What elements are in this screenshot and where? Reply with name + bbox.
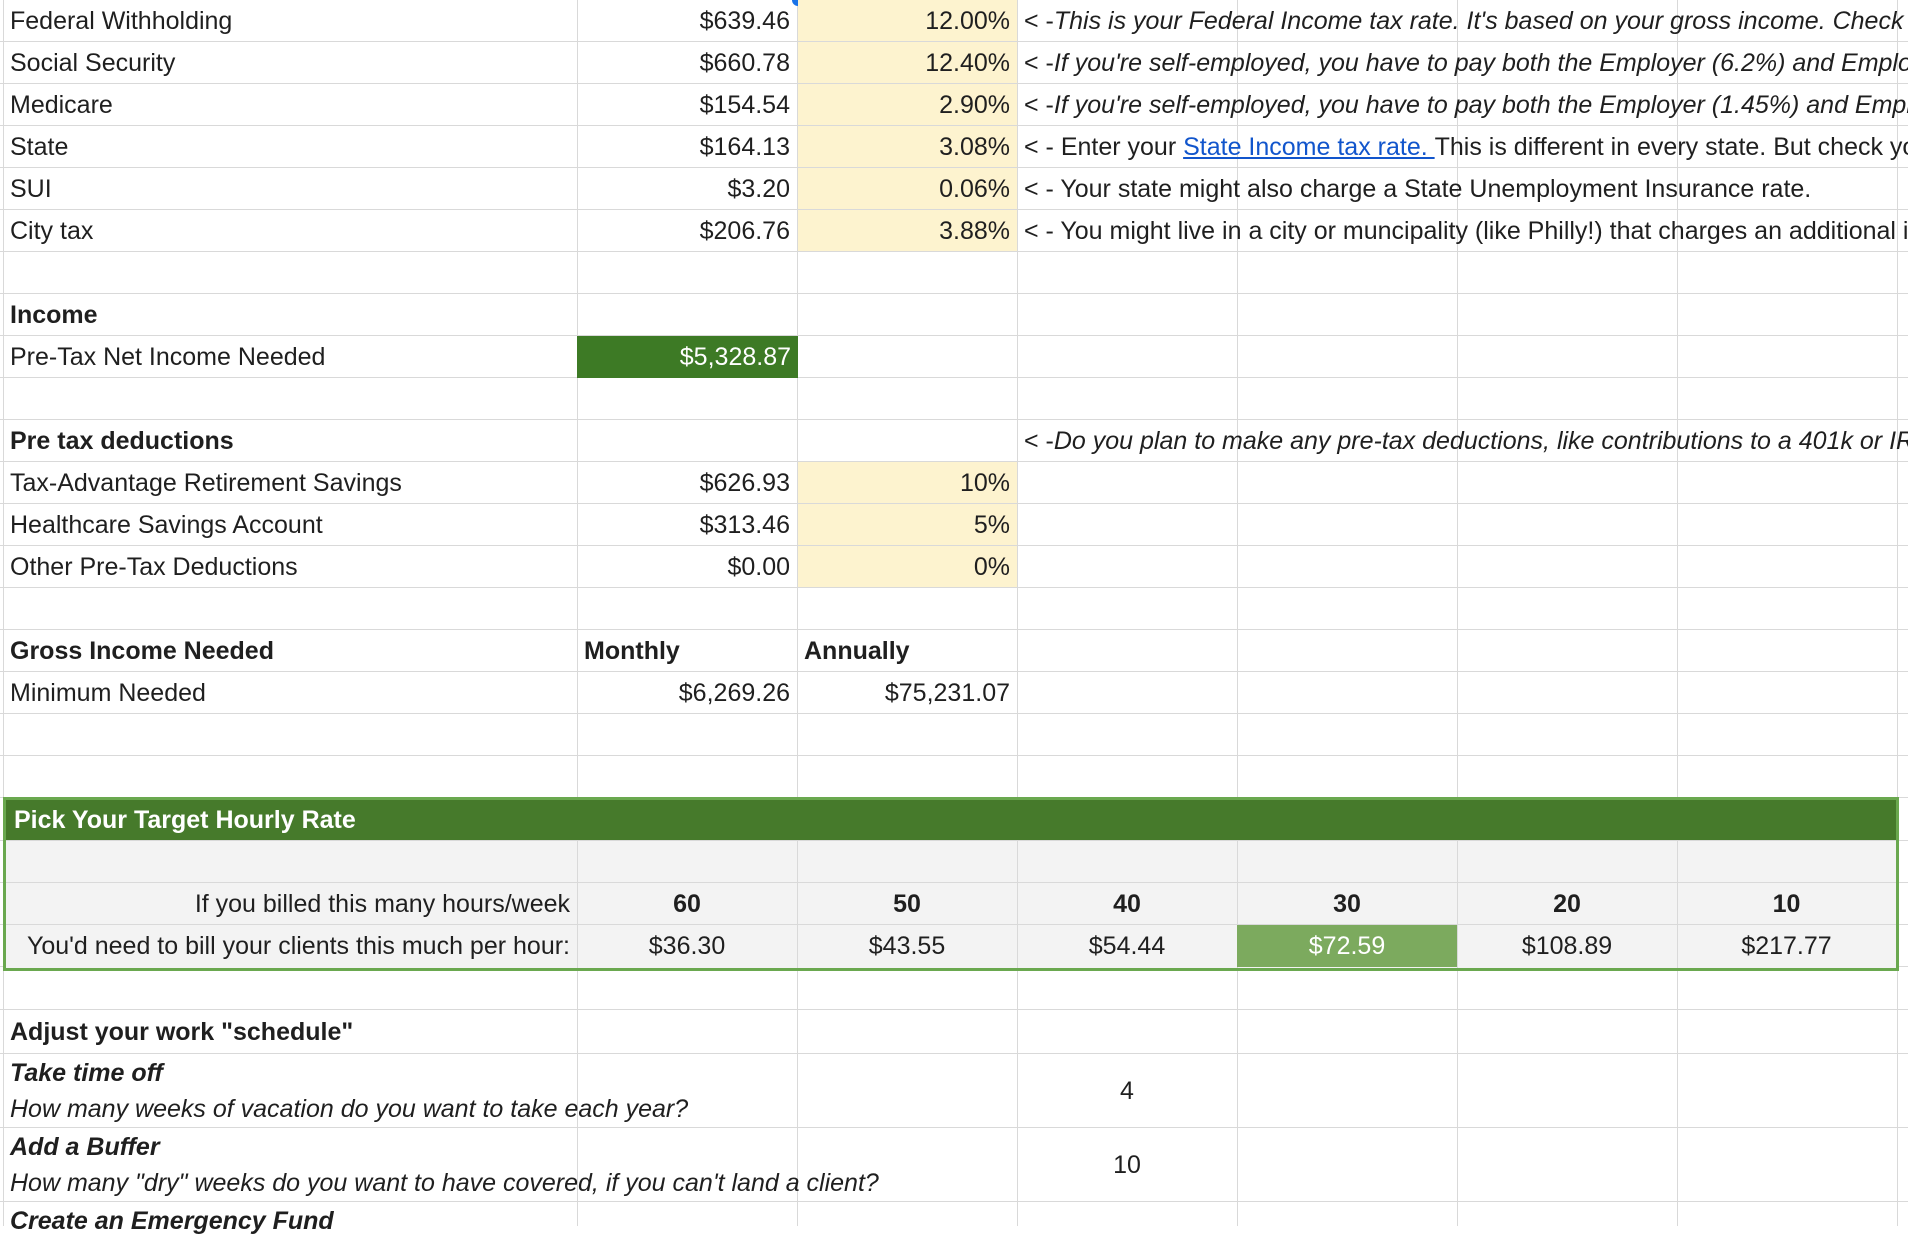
income-heading[interactable]: Income bbox=[3, 294, 577, 335]
hourly-rate-cell[interactable]: $43.55 bbox=[797, 925, 1017, 967]
emergency-fund-title[interactable]: Create an Emergency Fund bbox=[3, 1202, 1017, 1242]
tax-amount-cell[interactable]: $154.54 bbox=[577, 84, 797, 125]
note-text: If you're self-employed, you have to pay… bbox=[1053, 48, 1908, 77]
hourly-rate-cell-selected[interactable]: $72.59 bbox=[1237, 925, 1457, 967]
note-text: This is your Federal Income tax rate. It… bbox=[1053, 6, 1908, 35]
tax-amount-cell[interactable]: $164.13 bbox=[577, 126, 797, 167]
hours-option-cell[interactable]: 60 bbox=[577, 883, 797, 924]
deduction-amount-cell[interactable]: $0.00 bbox=[577, 546, 797, 587]
grid-line bbox=[0, 797, 1908, 798]
hourly-rate-cell[interactable]: $108.89 bbox=[1457, 925, 1677, 967]
net-income-value[interactable]: $5,328.87 bbox=[577, 336, 798, 378]
hours-option-cell[interactable]: 50 bbox=[797, 883, 1017, 924]
tax-note-cell[interactable]: < - This is your Federal Income tax rate… bbox=[1017, 0, 1908, 41]
note-arrow: < - bbox=[1024, 426, 1054, 455]
deduction-label-cell[interactable]: Other Pre-Tax Deductions bbox=[3, 546, 577, 587]
tax-note-cell[interactable]: < - If you're self-employed, you have to… bbox=[1017, 84, 1908, 125]
schedule-item[interactable]: Add a Buffer How many "dry" weeks do you… bbox=[3, 1128, 1017, 1201]
note-arrow: < - bbox=[1024, 48, 1054, 77]
grid-line bbox=[0, 713, 1908, 714]
schedule-item[interactable]: Take time off How many weeks of vacation… bbox=[3, 1054, 1017, 1127]
tax-note-cell[interactable]: < - Your state might also charge a State… bbox=[1017, 168, 1908, 209]
grid-line bbox=[0, 755, 1908, 756]
schedule-item-title: Add a Buffer bbox=[10, 1132, 160, 1161]
schedule-item-question: How many "dry" weeks do you want to have… bbox=[10, 1168, 879, 1197]
deduction-amount-cell[interactable]: $313.46 bbox=[577, 504, 797, 545]
hourly-rate-banner[interactable]: Pick Your Target Hourly Rate bbox=[6, 800, 1896, 840]
hours-option-cell[interactable]: 30 bbox=[1237, 883, 1457, 924]
spreadsheet-grid: Federal Withholding $639.46 12.00% < - T… bbox=[0, 0, 1908, 1235]
note-text: Do you plan to make any pre-tax deductio… bbox=[1053, 426, 1908, 455]
net-income-label[interactable]: Pre-Tax Net Income Needed bbox=[3, 336, 577, 377]
deduction-amount-cell[interactable]: $626.93 bbox=[577, 462, 797, 503]
tax-note-cell[interactable]: < - You might live in a city or muncipal… bbox=[1017, 210, 1908, 251]
pretax-note-cell[interactable]: < - Do you plan to make any pre-tax dedu… bbox=[1017, 420, 1908, 461]
buffer-weeks-input[interactable]: 10 bbox=[1017, 1128, 1237, 1201]
annually-header[interactable]: Annually bbox=[797, 630, 1017, 671]
tax-rate-input[interactable]: 12.40% bbox=[797, 42, 1017, 83]
tax-note-cell[interactable]: < - Enter your State Income tax rate. Th… bbox=[1017, 126, 1908, 167]
hours-option-cell[interactable]: 40 bbox=[1017, 883, 1237, 924]
hourly-rate-cell[interactable]: $54.44 bbox=[1017, 925, 1237, 967]
gross-income-heading[interactable]: Gross Income Needed bbox=[3, 630, 577, 671]
tax-amount-cell[interactable]: $206.76 bbox=[577, 210, 797, 251]
deduction-percent-input[interactable]: 0% bbox=[797, 546, 1017, 587]
hours-option-cell[interactable]: 10 bbox=[1677, 883, 1896, 924]
tax-amount-cell[interactable]: $660.78 bbox=[577, 42, 797, 83]
tax-label-cell[interactable]: City tax bbox=[3, 210, 577, 251]
note-text: This is different in every state. But ch… bbox=[1434, 132, 1908, 161]
tax-label-cell[interactable]: Medicare bbox=[3, 84, 577, 125]
deduction-percent-input[interactable]: 10% bbox=[797, 462, 1017, 503]
tax-rate-input[interactable]: 3.88% bbox=[797, 210, 1017, 251]
tax-rate-input[interactable]: 3.08% bbox=[797, 126, 1017, 167]
monthly-minimum-value[interactable]: $6,269.26 bbox=[577, 672, 797, 713]
tax-amount-cell[interactable]: $3.20 bbox=[577, 168, 797, 209]
hourly-rate-cell[interactable]: $217.77 bbox=[1677, 925, 1896, 967]
note-text: < - Enter your bbox=[1024, 132, 1184, 161]
vacation-weeks-input[interactable]: 4 bbox=[1017, 1054, 1237, 1127]
deduction-label-cell[interactable]: Tax-Advantage Retirement Savings bbox=[3, 462, 577, 503]
tax-rate-input[interactable]: 12.00% bbox=[797, 0, 1017, 41]
tax-note-cell[interactable]: < - If you're self-employed, you have to… bbox=[1017, 42, 1908, 83]
tax-amount-cell[interactable]: $639.46 bbox=[577, 0, 797, 41]
schedule-heading[interactable]: Adjust your work "schedule" bbox=[3, 1010, 577, 1053]
grid-line bbox=[0, 377, 1908, 378]
hours-option-cell[interactable]: 20 bbox=[1457, 883, 1677, 924]
deduction-percent-input[interactable]: 5% bbox=[797, 504, 1017, 545]
tax-label-cell[interactable]: SUI bbox=[3, 168, 577, 209]
grid-line bbox=[0, 587, 1908, 588]
grid-line bbox=[0, 251, 1908, 252]
minimum-needed-label[interactable]: Minimum Needed bbox=[3, 672, 577, 713]
tax-label-cell[interactable]: Federal Withholding bbox=[3, 0, 577, 41]
schedule-item-question: How many weeks of vacation do you want t… bbox=[10, 1094, 689, 1123]
tax-label-cell[interactable]: State bbox=[3, 126, 577, 167]
hourly-rate-cell[interactable]: $36.30 bbox=[577, 925, 797, 967]
hours-per-week-label[interactable]: If you billed this many hours/week bbox=[6, 883, 577, 924]
tax-rate-input[interactable]: 0.06% bbox=[797, 168, 1017, 209]
state-tax-rate-link[interactable]: State Income tax rate. bbox=[1183, 132, 1435, 162]
annual-minimum-value[interactable]: $75,231.07 bbox=[797, 672, 1017, 713]
deduction-label-cell[interactable]: Healthcare Savings Account bbox=[3, 504, 577, 545]
pretax-heading[interactable]: Pre tax deductions bbox=[3, 420, 577, 461]
note-arrow: < - bbox=[1024, 6, 1054, 35]
note-arrow: < - bbox=[1024, 90, 1054, 119]
tax-rate-input[interactable]: 2.90% bbox=[797, 84, 1017, 125]
monthly-header[interactable]: Monthly bbox=[577, 630, 797, 671]
hourly-rate-label[interactable]: You'd need to bill your clients this muc… bbox=[6, 925, 577, 966]
tax-label-cell[interactable]: Social Security bbox=[3, 42, 577, 83]
note-text: If you're self-employed, you have to pay… bbox=[1053, 90, 1908, 119]
schedule-item-title: Take time off bbox=[10, 1058, 163, 1087]
